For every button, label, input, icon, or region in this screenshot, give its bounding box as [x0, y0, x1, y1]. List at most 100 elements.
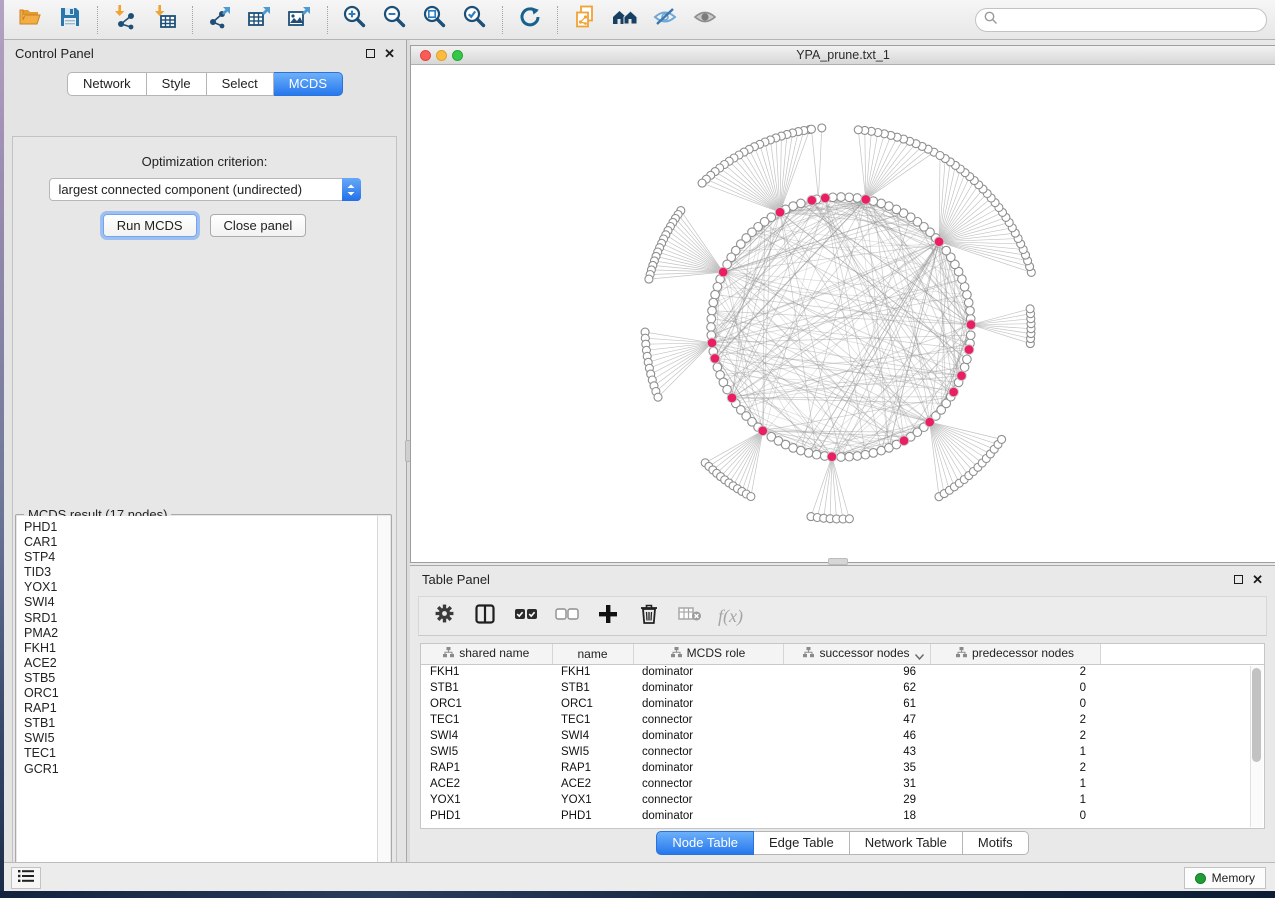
network-node[interactable]	[854, 126, 862, 134]
criterion-select[interactable]: largest connected component (undirected)	[49, 178, 361, 201]
network-node[interactable]	[812, 450, 821, 459]
network-node[interactable]	[1026, 305, 1034, 313]
close-table-panel-icon[interactable]: ✕	[1252, 573, 1263, 586]
table-row[interactable]: TEC1TEC1connector472	[421, 712, 1264, 728]
search-field[interactable]	[975, 8, 1267, 32]
network-node[interactable]	[869, 449, 878, 458]
column-header-predecessor-nodes[interactable]: predecessor nodes	[930, 644, 1100, 664]
table-row[interactable]: FKH1FKH1dominator962	[421, 664, 1264, 680]
tab-select[interactable]: Select	[207, 72, 274, 96]
table-row[interactable]: STB1STB1dominator620	[421, 680, 1264, 696]
tab-node-table[interactable]: Node Table	[656, 831, 754, 855]
network-canvas[interactable]	[411, 66, 1275, 562]
mcds-node[interactable]	[966, 320, 976, 330]
table-scrollbar[interactable]	[1250, 666, 1263, 827]
close-panel-button[interactable]: Close panel	[210, 214, 307, 237]
export-image-button[interactable]	[280, 3, 320, 37]
mcds-list-item[interactable]: SRD1	[24, 611, 390, 626]
close-window-icon[interactable]	[420, 50, 431, 61]
zoom-out-button[interactable]	[375, 3, 415, 37]
network-node[interactable]	[711, 290, 720, 299]
show-column-panel-button[interactable]	[472, 603, 498, 629]
network-node[interactable]	[845, 515, 853, 523]
network-node[interactable]	[723, 385, 732, 394]
mcds-node[interactable]	[727, 393, 737, 403]
task-history-button[interactable]	[11, 867, 41, 889]
save-button[interactable]	[50, 3, 90, 37]
mcds-list-item[interactable]: PMA2	[24, 626, 390, 641]
float-table-panel-icon[interactable]	[1234, 574, 1243, 586]
network-node[interactable]	[845, 193, 854, 202]
network-node[interactable]	[797, 446, 806, 455]
column-header-shared-name[interactable]: shared name	[421, 644, 552, 664]
network-node[interactable]	[804, 449, 813, 458]
mcds-node[interactable]	[827, 452, 837, 462]
network-node[interactable]	[708, 306, 717, 315]
column-header-name[interactable]: name	[552, 644, 633, 664]
float-panel-icon[interactable]	[366, 48, 375, 60]
network-node[interactable]	[713, 283, 722, 292]
network-node[interactable]	[963, 355, 972, 364]
network-node[interactable]	[818, 124, 826, 132]
network-node[interactable]	[964, 298, 973, 307]
delete-column-button[interactable]	[636, 603, 662, 629]
network-node[interactable]	[960, 363, 969, 372]
network-node[interactable]	[837, 193, 846, 202]
run-mcds-button[interactable]: Run MCDS	[103, 214, 197, 237]
mcds-list-item[interactable]: YOX1	[24, 580, 390, 595]
mcds-list-item[interactable]: ORC1	[24, 686, 390, 701]
import-table-button[interactable]	[145, 3, 185, 37]
mcds-list-item[interactable]: ACE2	[24, 656, 390, 671]
tab-style[interactable]: Style	[147, 72, 207, 96]
network-node[interactable]	[845, 452, 854, 461]
tab-network-table[interactable]: Network Table	[850, 831, 963, 855]
mcds-list-item[interactable]: STB1	[24, 716, 390, 731]
zoom-in-button[interactable]	[335, 3, 375, 37]
import-network-button[interactable]	[105, 3, 145, 37]
zoom-selected-button[interactable]	[455, 3, 495, 37]
network-node[interactable]	[966, 331, 975, 340]
mcds-node[interactable]	[820, 193, 830, 203]
mcds-node[interactable]	[964, 345, 974, 355]
tab-network[interactable]: Network	[67, 72, 147, 96]
search-input[interactable]	[1004, 13, 1258, 27]
mcds-list-item[interactable]: TID3	[24, 565, 390, 580]
network-node[interactable]	[654, 393, 662, 401]
mcds-list-scrollbar[interactable]	[377, 516, 390, 877]
network-node[interactable]	[807, 125, 815, 133]
mcds-node[interactable]	[949, 387, 959, 397]
mcds-list-item[interactable]: TEC1	[24, 746, 390, 761]
mcds-node[interactable]	[899, 436, 909, 446]
mcds-list-item[interactable]: STB5	[24, 671, 390, 686]
network-node[interactable]	[963, 290, 972, 299]
zoom-fit-button[interactable]	[415, 3, 455, 37]
mcds-node[interactable]	[718, 267, 728, 277]
minimize-window-icon[interactable]	[436, 50, 447, 61]
open-button[interactable]	[10, 3, 50, 37]
network-node[interactable]	[747, 493, 755, 501]
mcds-list-item[interactable]: FKH1	[24, 641, 390, 656]
column-header-successor-nodes[interactable]: successor nodes	[783, 644, 930, 664]
table-row[interactable]: SWI5SWI5connector431	[421, 744, 1264, 760]
table-scrollbar-thumb[interactable]	[1252, 668, 1261, 762]
mcds-node[interactable]	[807, 196, 817, 206]
network-node[interactable]	[966, 306, 975, 315]
network-node[interactable]	[707, 323, 716, 332]
network-node[interactable]	[707, 315, 716, 324]
select-all-button[interactable]	[513, 603, 539, 629]
network-node[interactable]	[877, 199, 886, 208]
table-row[interactable]: RAP1RAP1dominator352	[421, 760, 1264, 776]
mcds-node[interactable]	[758, 426, 768, 436]
network-node[interactable]	[942, 246, 951, 255]
mcds-node[interactable]	[925, 417, 935, 427]
table-splitter-handle[interactable]	[828, 558, 848, 565]
show-all-button[interactable]	[685, 3, 725, 37]
mcds-list-item[interactable]: GCR1	[24, 762, 390, 777]
table-row[interactable]: ORC1ORC1dominator610	[421, 696, 1264, 712]
network-node[interactable]	[853, 452, 862, 461]
table-row[interactable]: SWI4SWI4dominator462	[421, 728, 1264, 744]
column-header-MCDS-role[interactable]: MCDS role	[633, 644, 783, 664]
mcds-list-item[interactable]: RAP1	[24, 701, 390, 716]
network-node[interactable]	[837, 453, 846, 462]
mcds-list-item[interactable]: STP4	[24, 550, 390, 565]
